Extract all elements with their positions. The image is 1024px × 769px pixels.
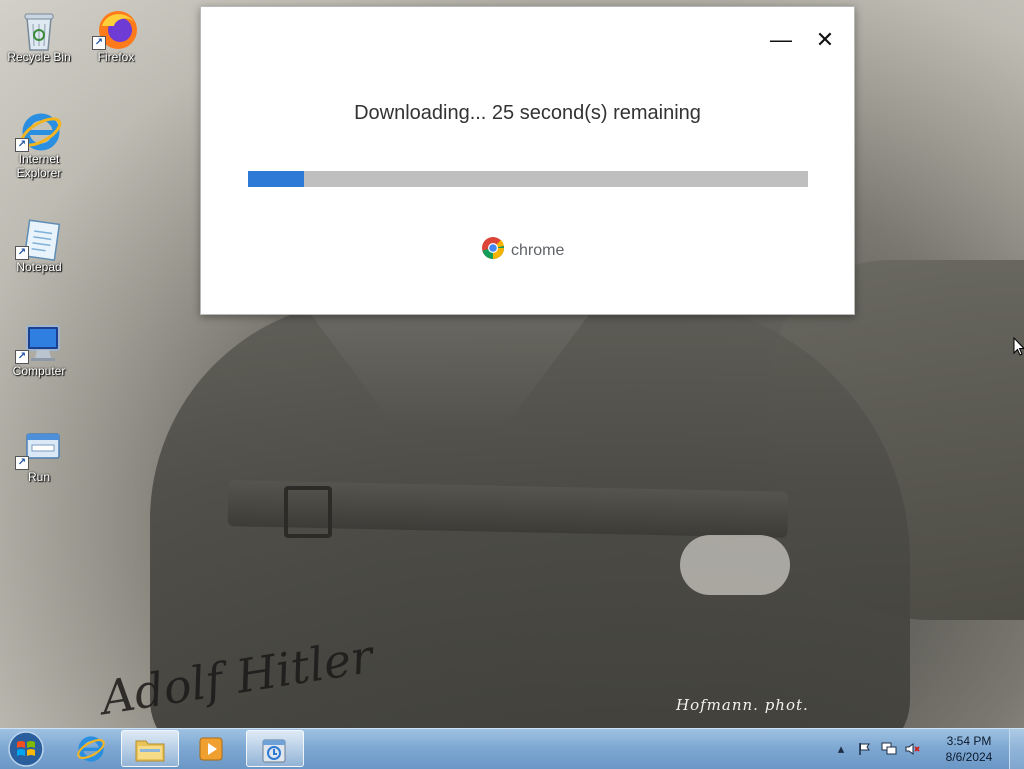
desktop-icon-label: Firefox [97, 50, 135, 64]
taskbar-media-player[interactable] [182, 730, 240, 767]
close-icon: ✕ [815, 27, 835, 52]
desktop-icon-label: Computer [12, 364, 66, 378]
internet-explorer-icon [77, 735, 105, 762]
firefox-icon: ↗ [92, 8, 137, 50]
wallpaper-photo-credit: Hofmann. phot. [676, 696, 809, 714]
recycle-bin-icon [19, 8, 59, 51]
taskbar-internet-explorer[interactable] [62, 730, 120, 767]
download-progress-fill [248, 171, 304, 187]
shortcut-arrow-icon: ↗ [15, 246, 29, 260]
close-button[interactable]: ✕ [810, 25, 840, 55]
volume-muted-icon[interactable] [904, 740, 922, 758]
action-center-flag-icon[interactable] [856, 740, 874, 758]
desktop-icon-computer[interactable]: ↗ Computer [1, 322, 77, 378]
desktop-icon-recycle-bin[interactable]: Recycle Bin [1, 8, 77, 64]
wallpaper-hand [680, 535, 790, 595]
installer-icon [262, 739, 286, 762]
internet-explorer-icon: ↗ [15, 110, 62, 152]
taskbar-clock[interactable]: 3:54 PM 8/6/2024 [933, 733, 1005, 765]
chrome-installer-dialog: — ✕ Downloading... 25 second(s) remainin… [200, 6, 855, 315]
desktop-icon-label: Recycle Bin [7, 50, 71, 64]
network-icon[interactable] [880, 740, 898, 758]
windows-start-icon [8, 731, 44, 767]
clock-date: 8/6/2024 [945, 750, 993, 764]
download-progress-bar [248, 171, 808, 187]
chrome-brand-name: chrome [511, 241, 565, 259]
taskbar: ▴ 3:54 PM 8/6/2024 [0, 728, 1024, 769]
wallpaper-buckle [284, 486, 332, 538]
mouse-cursor-icon [1013, 336, 1024, 362]
minimize-icon: — [770, 27, 792, 52]
chrome-brand: chrome [481, 236, 564, 265]
run-icon: ↗ [15, 428, 60, 470]
desktop-icon-label: Internet Explorer [16, 152, 62, 180]
taskbar-file-explorer[interactable] [121, 730, 179, 767]
shortcut-arrow-icon: ↗ [92, 36, 106, 50]
clock-time: 3:54 PM [946, 734, 992, 748]
show-hidden-icons-icon[interactable]: ▴ [832, 740, 850, 758]
download-status-text: Downloading... 25 second(s) remaining [354, 102, 701, 124]
computer-icon: ↗ [15, 322, 60, 364]
taskbar-chrome-installer[interactable] [246, 730, 304, 767]
chrome-logo-icon [481, 236, 505, 265]
desktop: Adolf Hitler Hofmann. phot. Recycle Bin … [0, 0, 1024, 728]
notepad-icon: ↗ [15, 218, 61, 261]
desktop-icon-internet-explorer[interactable]: ↗ Internet Explorer [1, 110, 77, 180]
shortcut-arrow-icon: ↗ [15, 138, 29, 152]
show-desktop-button[interactable] [1009, 729, 1024, 769]
desktop-icon-notepad[interactable]: ↗ Notepad [1, 218, 77, 274]
desktop-icon-label: Run [27, 470, 50, 484]
system-tray: ▴ 3:54 PM 8/6/2024 [829, 729, 1024, 769]
minimize-button[interactable]: — [766, 25, 796, 55]
shortcut-arrow-icon: ↗ [15, 456, 29, 470]
start-button[interactable] [6, 730, 46, 768]
media-player-icon [199, 737, 223, 760]
desktop-icon-firefox[interactable]: ↗ Firefox [78, 8, 154, 64]
desktop-icon-label: Notepad [16, 260, 62, 274]
folder-icon [135, 740, 165, 761]
shortcut-arrow-icon: ↗ [15, 350, 29, 364]
desktop-icon-run[interactable]: ↗ Run [1, 428, 77, 484]
